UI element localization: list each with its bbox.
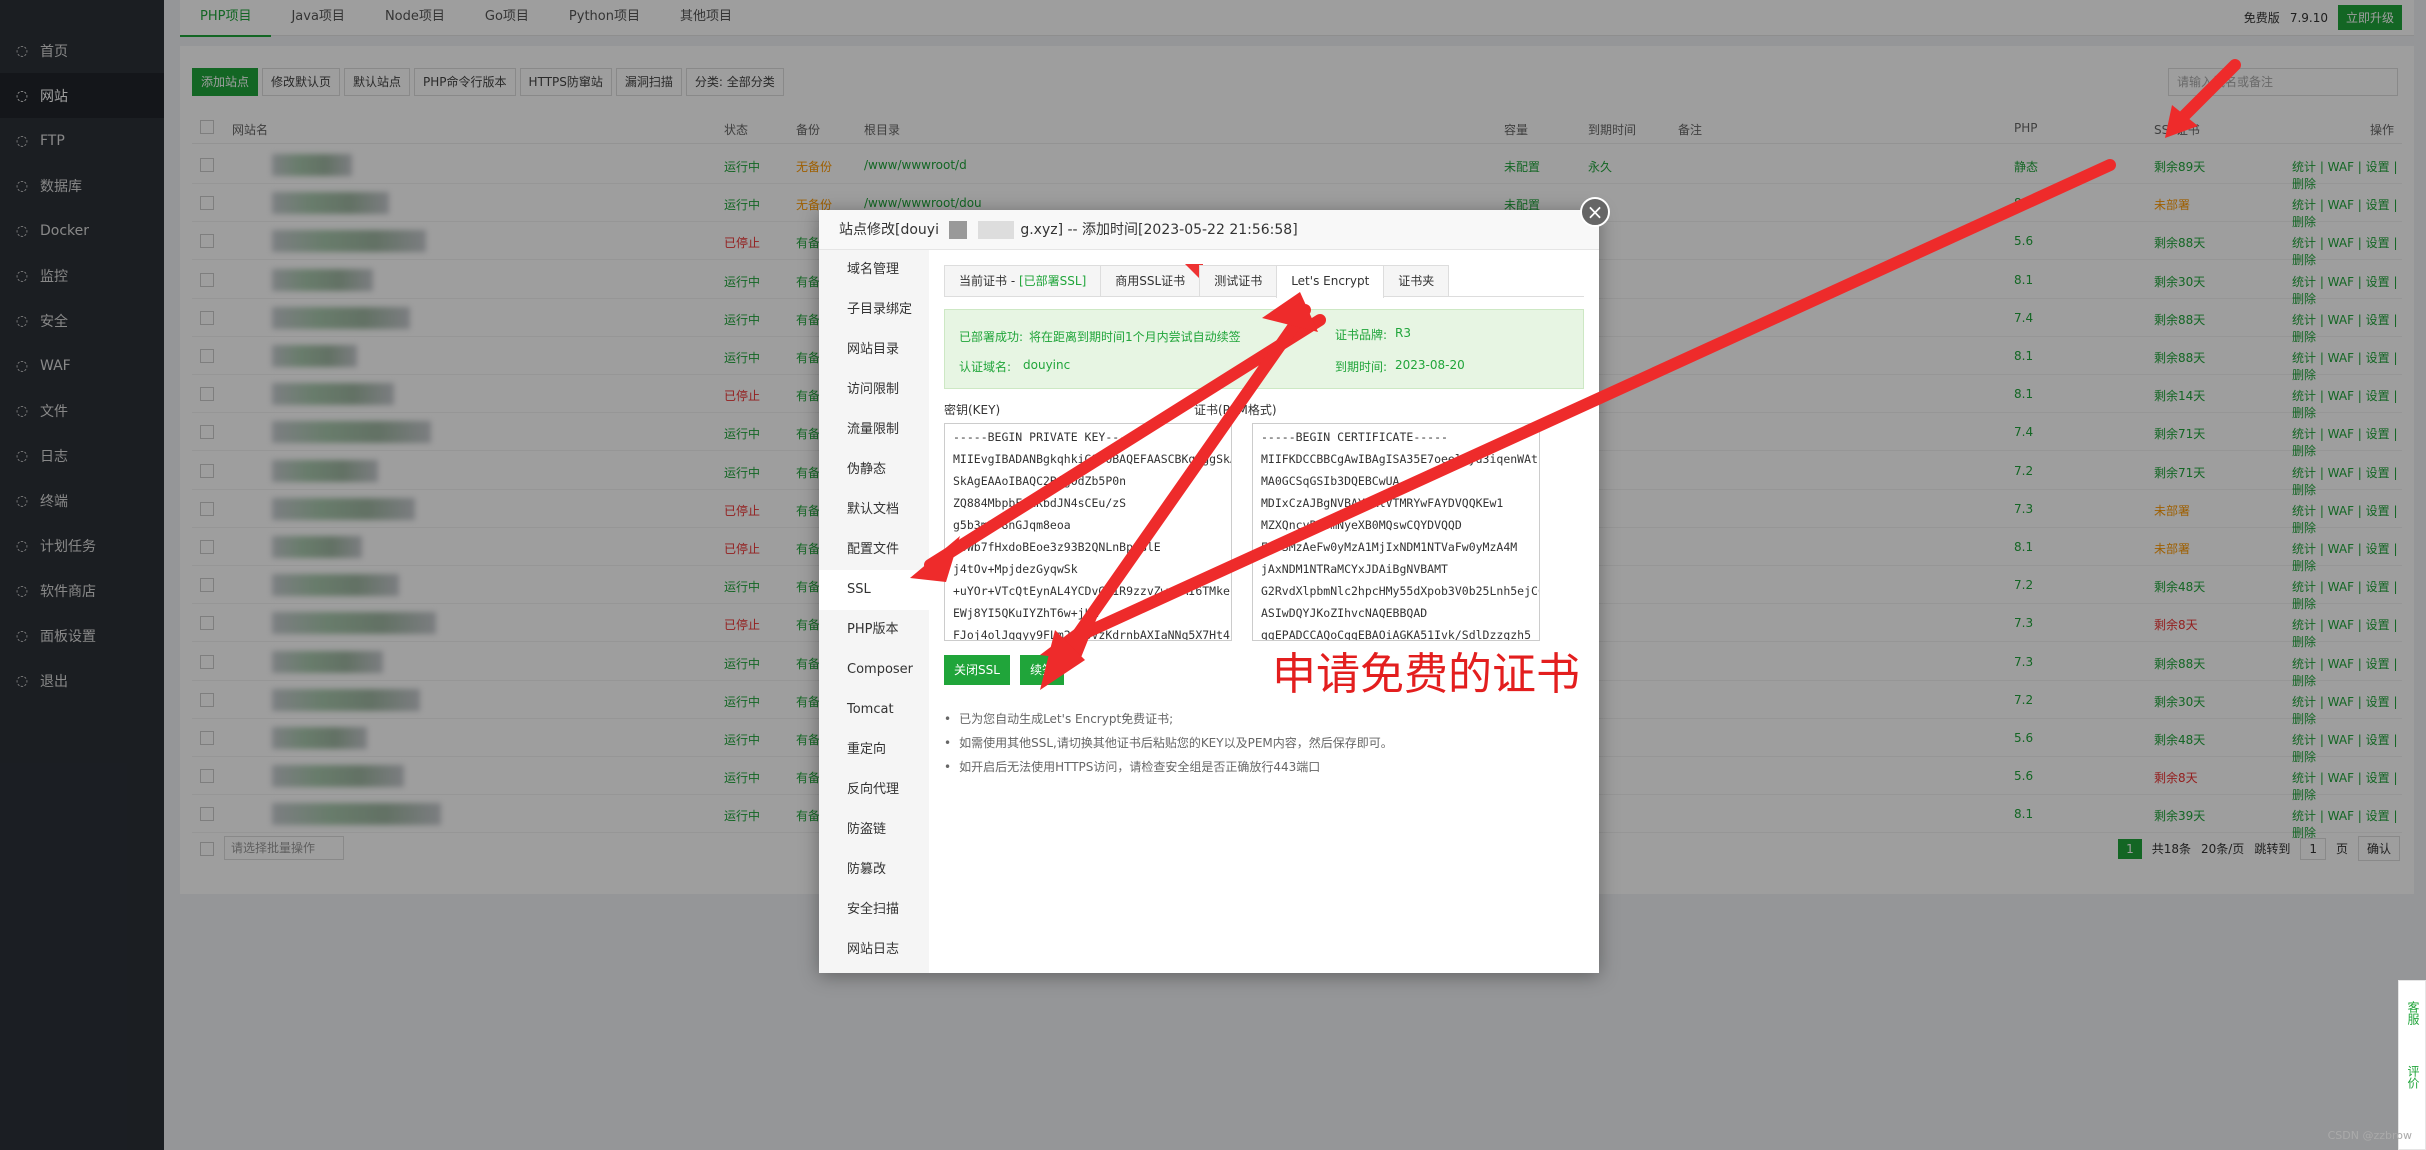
watermark: CSDN @zzbrow (2327, 1129, 2412, 1142)
arrow-line (1054, 304, 1311, 666)
annotation-arrows (910, 59, 2241, 690)
arrow-line (924, 314, 1326, 571)
arrow-line (1064, 159, 2116, 646)
service-tab[interactable]: 客服 (2405, 1001, 2422, 1025)
arrow-head (910, 536, 960, 582)
right-float-tabs: 客服 评价 (2398, 980, 2426, 1150)
review-tab[interactable]: 评价 (2405, 1065, 2422, 1089)
arrow-line (2174, 59, 2241, 126)
